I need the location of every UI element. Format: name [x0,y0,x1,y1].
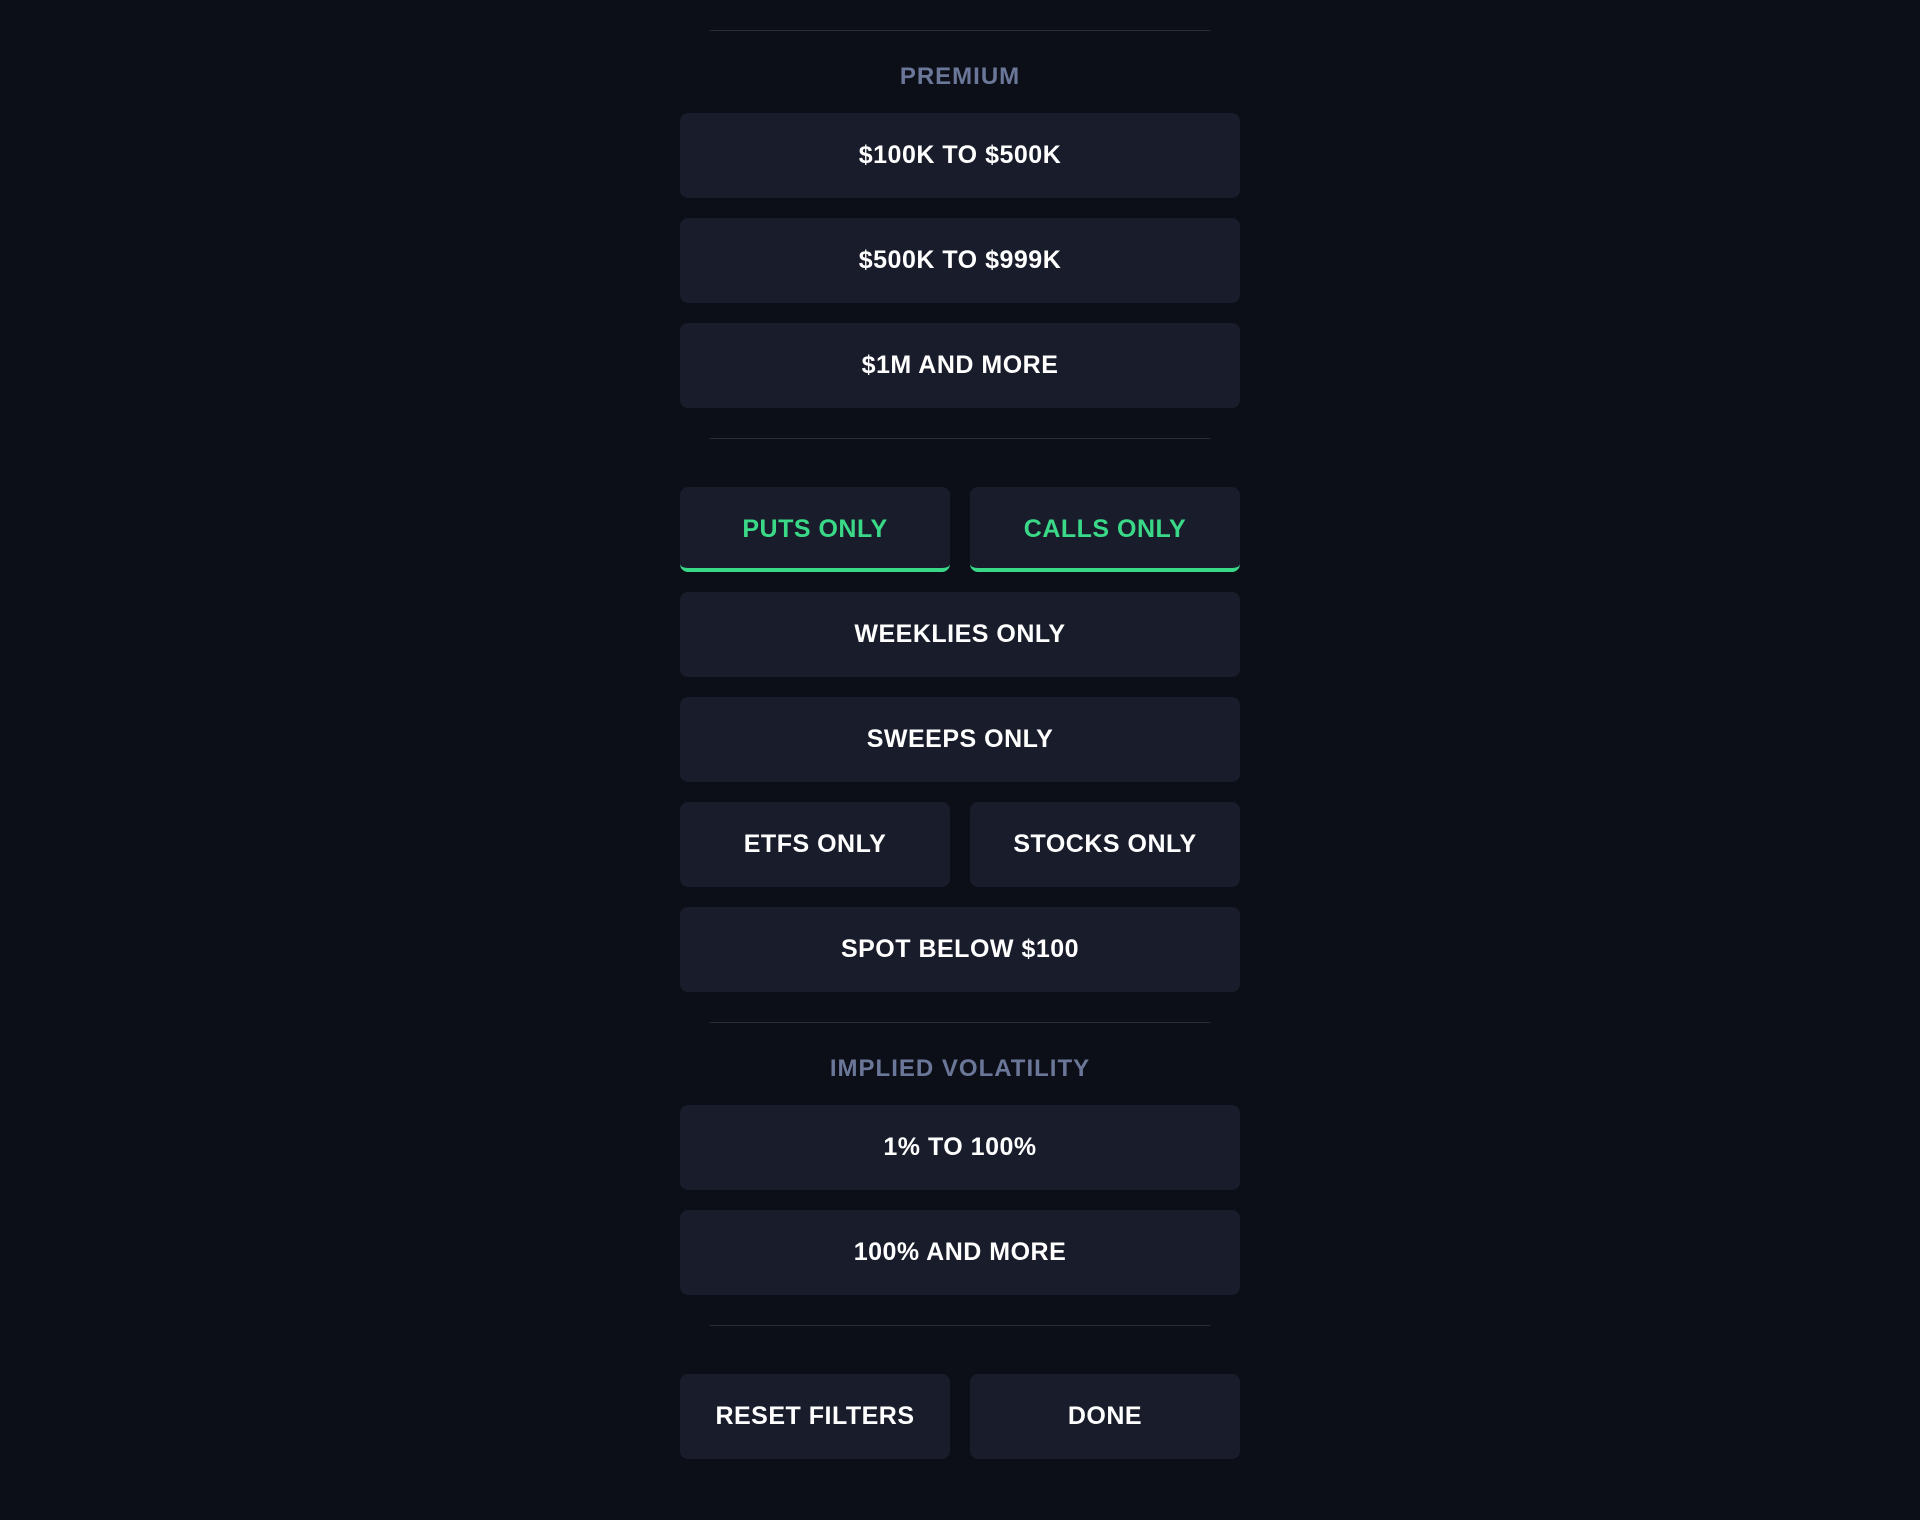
etfs-only-button[interactable]: ETFS ONLY [680,802,950,887]
iv-section-label: IMPLIED VOLATILITY [680,1055,1240,1083]
divider [710,438,1210,439]
premium-option-100k-500k[interactable]: $100K TO $500K [680,113,1240,198]
puts-only-button[interactable]: PUTS ONLY [680,487,950,572]
sweeps-only-button[interactable]: SWEEPS ONLY [680,697,1240,782]
premium-option-500k-999k[interactable]: $500K TO $999K [680,218,1240,303]
spot-below-100-button[interactable]: SPOT BELOW $100 [680,907,1240,992]
weeklies-only-button[interactable]: WEEKLIES ONLY [680,592,1240,677]
puts-calls-row: PUTS ONLY CALLS ONLY [680,487,1240,592]
divider [710,30,1210,31]
etfs-stocks-row: ETFS ONLY STOCKS ONLY [680,802,1240,907]
done-button[interactable]: DONE [970,1374,1240,1459]
iv-option-100-more[interactable]: 100% AND MORE [680,1210,1240,1295]
stocks-only-button[interactable]: STOCKS ONLY [970,802,1240,887]
reset-filters-button[interactable]: RESET FILTERS [680,1374,950,1459]
action-buttons-row: RESET FILTERS DONE [680,1374,1240,1479]
premium-section-label: PREMIUM [680,63,1240,91]
spacer [680,1336,1240,1374]
calls-only-button[interactable]: CALLS ONLY [970,487,1240,572]
filter-panel: PREMIUM $100K TO $500K $500K TO $999K $1… [680,20,1240,1520]
spacer [680,449,1240,487]
divider [710,1022,1210,1023]
iv-option-1-100[interactable]: 1% TO 100% [680,1105,1240,1190]
divider [710,1325,1210,1326]
premium-option-1m-more[interactable]: $1M AND MORE [680,323,1240,408]
